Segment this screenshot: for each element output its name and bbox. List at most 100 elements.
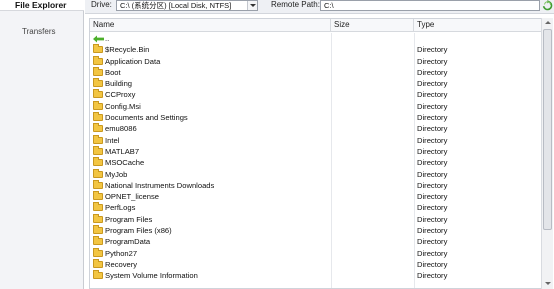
file-name: Building [105,79,133,89]
remote-path-value: C:\ [324,1,334,10]
folder-icon [93,202,103,212]
remote-path-input[interactable]: C:\ [320,0,540,11]
file-type: Directory [417,90,448,100]
nav-item-transfers[interactable]: Transfers [0,26,84,38]
table-row[interactable]: CCProxy Directory [90,89,542,100]
column-header-size[interactable]: Size [331,19,414,32]
refresh-icon[interactable] [542,0,553,11]
scroll-up-arrow-icon[interactable] [542,18,553,28]
table-row[interactable]: MATLAB7 Directory [90,145,542,157]
file-name: OPNET_license [105,192,160,202]
file-name: MATLAB7 [105,146,140,156]
file-name: National Instruments Downloads [105,180,215,190]
file-type: Directory [417,45,448,55]
file-type: Directory [417,226,448,236]
file-list-header: Name Size Type [90,19,542,32]
folder-icon [93,89,103,99]
file-name: Recovery [105,259,138,269]
table-row[interactable]: Building Directory [90,78,542,89]
file-type: Directory [417,192,448,202]
file-name: MyJob [105,169,128,179]
table-row[interactable]: Intel Directory [90,134,542,146]
scrollbar-thumb[interactable] [543,29,552,230]
file-type: Directory [417,158,448,168]
file-name: Application Data [105,56,161,66]
table-row[interactable]: Documents and Settings Directory [90,112,542,123]
folder-icon [93,157,103,167]
file-name: Program Files [105,214,153,224]
path-toolbar: Drive: C:\ (系统分区) [Local Disk, NTFS] Rem… [85,0,554,14]
table-row[interactable]: OPNET_license Directory [90,191,542,202]
folder-icon [93,112,103,122]
file-name: ProgramData [105,237,151,247]
scroll-down-arrow-icon[interactable] [542,279,553,289]
file-name: Documents and Settings [105,113,188,123]
file-name: MSOCache [105,158,145,168]
folder-icon [93,123,103,133]
folder-icon [93,44,103,54]
folder-icon [93,168,103,178]
vertical-scrollbar[interactable] [541,18,553,289]
file-name: Config.Msi [105,101,141,111]
chevron-down-icon[interactable] [247,1,257,10]
file-type: Directory [417,214,448,224]
table-row[interactable]: Program Files Directory [90,213,542,225]
navigation-pane: File Explorer Transfers [0,0,84,289]
folder-icon [93,134,103,144]
nav-item-file-explorer-label: File Explorer [15,0,67,10]
column-header-type[interactable]: Type [414,19,542,32]
nav-item-transfers-label: Transfers [22,27,56,36]
table-row[interactable]: MSOCache Directory [90,157,542,168]
table-row[interactable]: Boot Directory [90,66,542,78]
file-type: Directory [417,101,448,111]
up-arrow-icon [93,35,104,43]
folder-icon [93,55,103,65]
table-row[interactable]: $Recycle.Bin Directory [90,44,542,55]
file-name: CCProxy [105,90,136,100]
folder-icon [93,100,103,110]
file-type: Directory [417,56,448,66]
file-type: Directory [417,113,448,123]
file-type: Directory [417,124,448,134]
file-type: Directory [417,271,448,281]
table-row[interactable]: Application Data Directory [90,55,542,67]
file-type: Directory [417,180,448,190]
parent-directory-row[interactable]: .. [90,33,542,44]
file-type: Directory [417,248,448,258]
table-row[interactable]: Program Files (x86) Directory [90,225,542,236]
folder-icon [93,179,103,189]
drive-label: Drive: [91,0,112,9]
file-type: Directory [417,169,448,179]
table-row[interactable]: System Volume Information Directory [90,270,542,281]
folder-icon [93,236,103,246]
drive-select[interactable]: C:\ (系统分区) [Local Disk, NTFS] [116,0,258,11]
table-row[interactable]: Recovery Directory [90,258,542,270]
table-row[interactable]: ProgramData Directory [90,236,542,247]
table-row[interactable]: Python27 Directory [90,247,542,259]
file-name: System Volume Information [105,271,198,281]
folder-icon [93,145,103,155]
file-type: Directory [417,146,448,156]
folder-icon [93,66,103,76]
file-name: .. [105,34,110,43]
file-type: Directory [417,259,448,269]
nav-item-file-explorer[interactable]: File Explorer [0,0,84,11]
file-name: Python27 [105,248,138,258]
folder-icon [93,258,103,268]
remote-path-label: Remote Path: [271,0,320,9]
file-list: Name Size Type .. $Recycle.Bin Directory Ap… [89,18,553,289]
file-name: Boot [105,67,121,77]
column-header-name[interactable]: Name [90,19,331,32]
table-row[interactable]: National Instruments Downloads Directory [90,179,542,191]
file-name: emu8086 [105,124,137,134]
folder-icon [93,191,103,201]
table-row[interactable]: emu8086 Directory [90,123,542,134]
table-row[interactable]: PerfLogs Directory [90,202,542,213]
file-name: PerfLogs [105,203,136,213]
file-type: Directory [417,79,448,89]
file-name: $Recycle.Bin [105,45,150,55]
folder-icon [93,270,103,280]
file-type: Directory [417,67,448,77]
table-row[interactable]: MyJob Directory [90,168,542,180]
table-row[interactable]: Config.Msi Directory [90,100,542,112]
